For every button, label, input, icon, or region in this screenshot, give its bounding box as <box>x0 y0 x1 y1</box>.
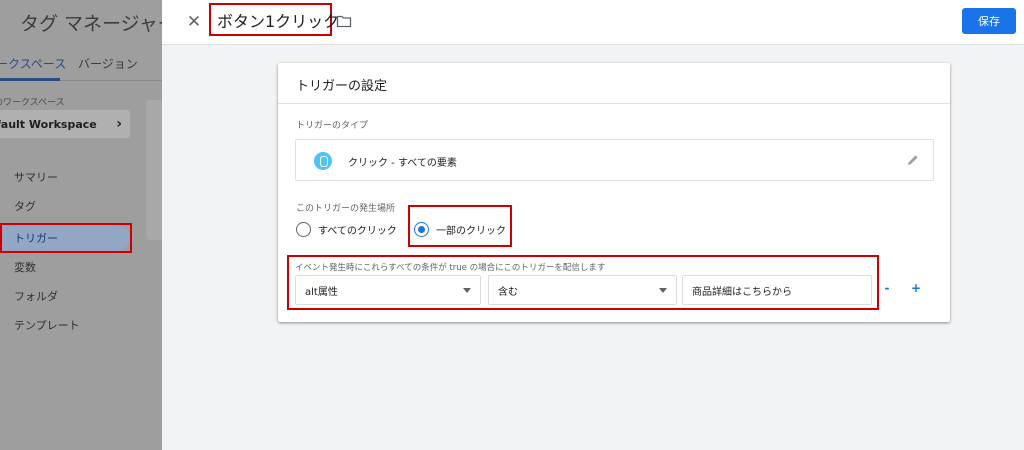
gtm-logo-icon <box>2 16 14 29</box>
sidebar-item-tags[interactable]: タグ <box>0 193 162 219</box>
workspace-label: のワークスペース <box>0 98 65 108</box>
trigger-type-value: クリック - すべての要素 <box>348 158 457 169</box>
background-app: タグ マネージャー ークスペース バージョン のワークスペース fault Wo… <box>0 0 162 450</box>
active-tab-indicator <box>0 78 60 81</box>
trigger-editor-header: ✕ ボタン1クリック 保存 <box>162 0 1024 45</box>
workspace-selector[interactable]: fault Workspace › <box>0 110 130 138</box>
workspace-name: fault Workspace <box>0 117 97 131</box>
sidebar-item-folders[interactable]: フォルダ <box>0 283 162 309</box>
variable-select[interactable]: alt属性 <box>295 275 481 305</box>
dropdown-arrow-icon <box>463 288 471 293</box>
add-condition-button[interactable]: + <box>910 281 922 297</box>
trigger-name[interactable]: ボタン1クリック <box>209 3 339 36</box>
condition-value-input[interactable]: 商品詳細はこちらから <box>682 275 872 305</box>
operator-select-value: 含む <box>498 286 518 298</box>
trigger-type-selector[interactable]: クリック - すべての要素 <box>295 139 934 181</box>
trigger-type-label: トリガーのタイプ <box>296 121 369 131</box>
chevron-right-icon: › <box>116 116 122 132</box>
mouse-icon <box>314 152 332 170</box>
tab-versions[interactable]: バージョン <box>78 55 138 72</box>
radio-all-clicks[interactable]: すべてのクリック <box>296 222 397 237</box>
app-title: タグ マネージャー <box>20 13 162 35</box>
condition-label: イベント発生時にこれらすべての条件が true の場合にこのトリガーを配信します <box>295 263 606 273</box>
app-header: タグ マネージャー <box>0 0 162 45</box>
operator-select[interactable]: 含む <box>488 275 677 305</box>
trigger-config-card: トリガーの設定 トリガーのタイプ クリック - すべての要素 このトリガーの発生… <box>278 63 950 322</box>
triggers-highlight-box <box>0 223 132 253</box>
workspace-tabs: ークスペース バージョン <box>0 45 162 81</box>
fires-on-label: このトリガーの発生場所 <box>296 204 396 214</box>
close-icon[interactable]: ✕ <box>182 10 206 34</box>
save-button[interactable]: 保存 <box>962 8 1016 34</box>
card-title: トリガーの設定 <box>296 79 388 94</box>
radio-all-clicks-label: すべてのクリック <box>318 226 397 237</box>
sidebar-item-templates[interactable]: テンプレート <box>0 312 162 338</box>
sidebar-item-variables[interactable]: 変数 <box>0 254 162 280</box>
tab-workspace[interactable]: ークスペース <box>0 55 66 72</box>
remove-condition-button[interactable]: - <box>881 281 893 297</box>
condition-value-text: 商品詳細はこちらから <box>692 286 792 298</box>
pencil-icon[interactable] <box>906 153 920 167</box>
variable-select-value: alt属性 <box>305 286 338 298</box>
some-clicks-highlight-box <box>408 205 512 247</box>
dropdown-arrow-icon <box>659 288 667 293</box>
sidebar-item-summary[interactable]: サマリー <box>0 164 162 190</box>
radio-unchecked-icon <box>296 222 311 237</box>
divider <box>278 103 950 104</box>
folder-icon[interactable] <box>336 13 352 29</box>
